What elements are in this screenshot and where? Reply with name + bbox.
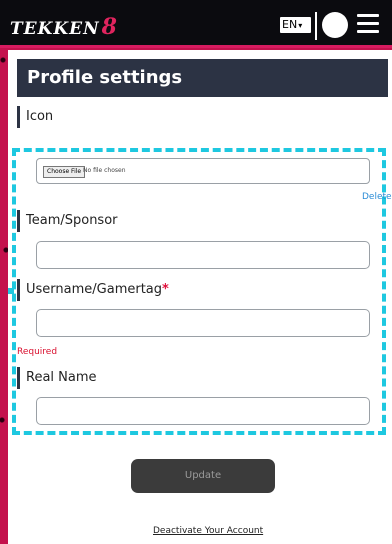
required-star: * xyxy=(162,282,169,297)
chevron-down-icon: ▾ xyxy=(298,21,303,30)
username-label: Username/Gamertag* xyxy=(17,279,169,301)
deactivate-account-link[interactable]: Deactivate Your Account xyxy=(153,526,263,536)
team-sponsor-label: Team/Sponsor xyxy=(17,210,118,232)
icon-label: Icon xyxy=(17,106,53,128)
real-name-label: Real Name xyxy=(17,367,97,389)
choose-file-button[interactable]: Choose File xyxy=(43,166,86,178)
logo-text: TEKKEN xyxy=(10,19,100,39)
page-title: Profile settings xyxy=(17,59,388,97)
delete-icon-link[interactable]: Delete xyxy=(362,192,392,202)
file-status: No file chosen xyxy=(83,167,126,174)
required-error: Required xyxy=(17,347,58,357)
username-label-text: Username/Gamertag xyxy=(26,282,163,297)
header-divider xyxy=(315,12,317,40)
username-input[interactable] xyxy=(36,309,370,337)
language-value: EN xyxy=(282,18,298,31)
language-select[interactable]: EN▾ xyxy=(280,17,311,33)
highlight-connector xyxy=(8,288,14,294)
update-button[interactable]: Update xyxy=(131,459,275,493)
real-name-input[interactable] xyxy=(36,397,370,425)
team-sponsor-input[interactable] xyxy=(36,241,370,269)
icon-file-input[interactable]: Choose File No file chosen xyxy=(36,158,370,184)
avatar[interactable] xyxy=(322,12,348,38)
hamburger-icon[interactable] xyxy=(357,14,379,34)
tekken-logo[interactable]: TEKKEN8 xyxy=(10,14,118,40)
logo-number: 8 xyxy=(101,14,118,40)
top-header: TEKKEN8 EN▾ xyxy=(0,0,392,48)
